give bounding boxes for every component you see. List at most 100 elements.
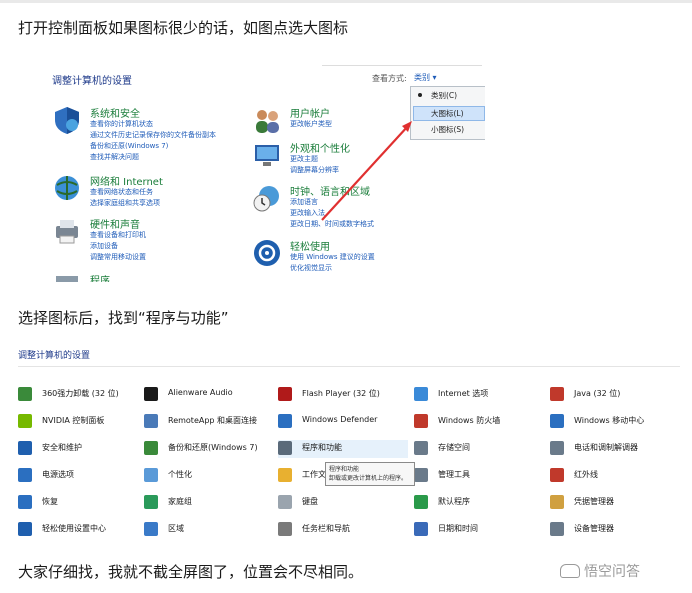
control-panel-item-icon [18,468,32,482]
control-panel-item-icon [18,522,32,536]
control-panel-item-label: Windows 移动中心 [574,416,645,425]
control-panel-item-label: Java (32 位) [574,389,621,398]
control-panel-item[interactable]: Windows 移动中心 [550,413,675,431]
control-panel-item-icon [550,387,564,401]
control-panel-item-icon [278,441,292,455]
control-panel-item[interactable]: RemoteApp 和桌面连接 [144,413,269,431]
control-panel-item[interactable]: 任务栏和导航 [278,521,403,539]
control-panel-item[interactable]: 存储空间 [414,440,539,458]
control-panel-item-label: Flash Player (32 位) [302,389,380,398]
control-panel-item-icon [144,387,158,401]
control-panel-item[interactable]: 备份和还原(Windows 7) [144,440,269,458]
control-panel-item-icon [144,522,158,536]
control-panel-item-icon [18,387,32,401]
control-panel-item-icon [550,495,564,509]
control-panel-item-icon [144,495,158,509]
control-panel-item-icon [550,522,564,536]
control-panel-item-label: 360强力卸载 (32 位) [42,389,119,398]
control-panel-item-icon [278,522,292,536]
control-panel-item[interactable]: Alienware Audio [144,386,269,404]
control-panel-item-label: 键盘 [302,497,318,506]
control-panel-item-label: 电话和调制解调器 [574,443,638,452]
control-panel-item-label: 日期和时间 [438,524,478,533]
control-panel-item[interactable]: 电源选项 [18,467,143,485]
control-panel-item-icon [278,387,292,401]
control-panel-item[interactable]: 日期和时间 [414,521,539,539]
control-panel-item-label: 安全和维护 [42,443,82,452]
control-panel-item-label: 电源选项 [42,470,74,479]
tooltip-text: 卸载或更改计算机上的程序。 [329,475,408,482]
control-panel-item-icon [414,414,428,428]
control-panel-item[interactable]: 凭据管理器 [550,494,675,512]
control-panel-item-icon [18,441,32,455]
control-panel-item-label: 程序和功能 [302,443,342,452]
control-panel-item-icon [414,495,428,509]
control-panel-item[interactable]: 360强力卸载 (32 位) [18,386,143,404]
control-panel-item[interactable]: 红外线 [550,467,675,485]
control-panel-item-icon [550,414,564,428]
control-panel-item[interactable]: NVIDIA 控制面板 [18,413,143,431]
watermark-text: 悟空问答 [584,564,640,580]
control-panel-item-icon [414,468,428,482]
top-divider [0,0,692,3]
control-panel-item-label: 恢复 [42,497,58,506]
control-panel-item[interactable]: Windows Defender [278,413,403,431]
control-panel-item[interactable]: 设备管理器 [550,521,675,539]
control-panel-item-icon [414,387,428,401]
control-panel-item-label: 默认程序 [438,497,470,506]
control-panel-item-label: Internet 选项 [438,389,489,398]
tooltip-title: 程序和功能 [329,466,360,473]
control-panel-item-icon [278,468,292,482]
control-panel-item[interactable]: 电话和调制解调器 [550,440,675,458]
control-panel-item-label: 轻松使用设置中心 [42,524,106,533]
control-panel-item[interactable]: Internet 选项 [414,386,539,404]
red-arrow-icon [321,121,412,221]
control-panel-item-icon [18,495,32,509]
control-panel-item-label: 区域 [168,524,184,533]
control-panel-item-icon [414,522,428,536]
control-panel-item-icon [144,441,158,455]
control-panel-item[interactable]: 恢复 [18,494,143,512]
control-panel-item[interactable]: Java (32 位) [550,386,675,404]
control-panel-item[interactable]: 家庭组 [144,494,269,512]
control-panel-item[interactable]: 程序和功能 [278,440,408,458]
control-panel-item-label: 凭据管理器 [574,497,614,506]
wukong-logo-icon [560,564,580,578]
control-panel-item-label: Windows 防火墙 [438,416,501,425]
settings-title: 调整计算机的设置 [18,351,91,361]
control-panel-item-icon [278,495,292,509]
control-panel-item-label: 个性化 [168,470,192,479]
control-panel-item[interactable]: 轻松使用设置中心 [18,521,143,539]
control-panel-item[interactable]: Flash Player (32 位) [278,386,403,404]
tooltip: 程序和功能 卸载或更改计算机上的程序。 [325,462,415,486]
paragraph-2: 选择图标后，找到“程序与功能” [18,309,229,327]
control-panel-item-label: RemoteApp 和桌面连接 [168,416,258,425]
control-panel-item-label: NVIDIA 控制面板 [42,416,105,425]
control-panel-item[interactable]: 安全和维护 [18,440,143,458]
control-panel-item-icon [550,441,564,455]
paragraph-1: 打开控制面板如果图标很少的话，如图点选大图标 [18,19,349,37]
control-panel-item-label: 红外线 [574,470,598,479]
divider [18,366,680,367]
control-panel-item[interactable]: 个性化 [144,467,269,485]
control-panel-item-icon [550,468,564,482]
control-panel-category-screenshot: 调整计算机的设置 查看方式: 类别 ▾ 系统和安全 查看你的计算机状态 通过文件… [50,60,485,282]
control-panel-item[interactable]: 区域 [144,521,269,539]
control-panel-item[interactable]: 键盘 [278,494,403,512]
control-panel-item-label: 备份和还原(Windows 7) [168,443,258,452]
control-panel-item[interactable]: Windows 防火墙 [414,413,539,431]
watermark: 悟空问答 [560,561,640,581]
paragraph-3: 大家仔细找，我就不截全屏图了，位置会不尽相同。 [18,563,364,581]
control-panel-item-label: 存储空间 [438,443,470,452]
control-panel-item-label: 家庭组 [168,497,192,506]
control-panel-item-label: 任务栏和导航 [302,524,350,533]
control-panel-item[interactable]: 管理工具 [414,467,539,485]
control-panel-item[interactable]: 默认程序 [414,494,539,512]
control-panel-item-label: 管理工具 [438,470,470,479]
control-panel-item-label: Alienware Audio [168,388,233,397]
control-panel-item-icon [414,441,428,455]
control-panel-item-label: 设备管理器 [574,524,614,533]
control-panel-item-icon [18,414,32,428]
control-panel-item-icon [278,414,292,428]
control-panel-item-label: Windows Defender [302,415,378,424]
